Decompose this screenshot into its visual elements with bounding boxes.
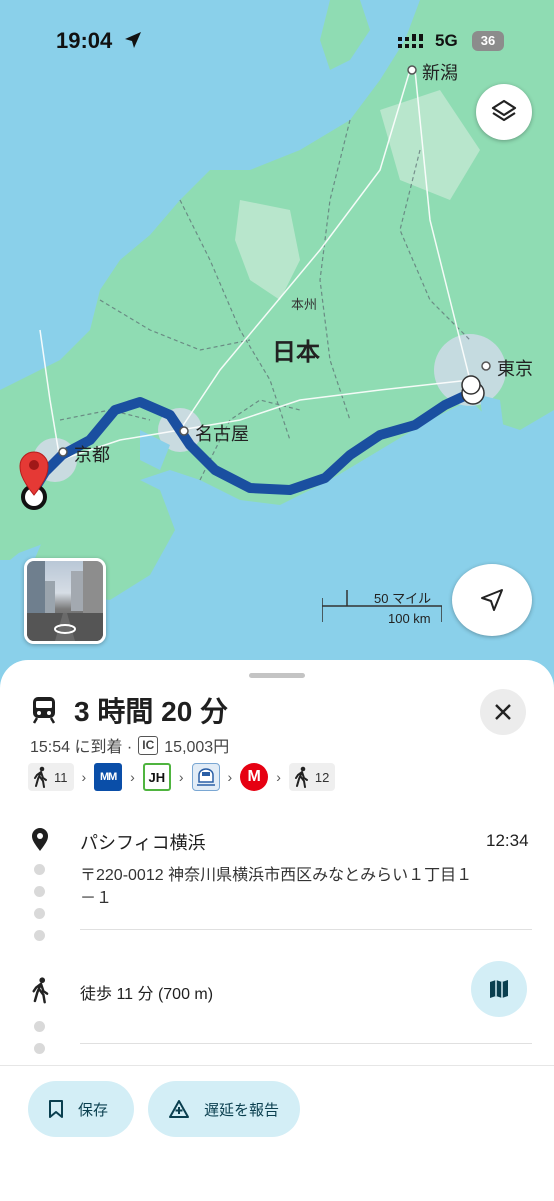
bookmark-icon xyxy=(49,1100,63,1118)
arrival-fare-row: 15:54 に到着 · IC 15,003円 xyxy=(30,733,229,757)
step-walk-start: 11 xyxy=(28,763,74,791)
divider xyxy=(80,929,532,930)
train-icon xyxy=(32,697,56,724)
route-steps[interactable]: 11 › MM › JH › › M › 12 xyxy=(28,762,336,792)
timeline-dot xyxy=(34,864,45,875)
chevron-right-icon: › xyxy=(81,769,87,785)
report-delay-button[interactable]: 遅延を報告 xyxy=(148,1081,300,1137)
map-icon xyxy=(490,980,508,998)
map-label-kyoto: 京都 xyxy=(74,445,110,465)
save-label: 保存 xyxy=(78,1101,109,1119)
scale-km: 100 km xyxy=(388,611,431,626)
close-icon xyxy=(495,704,511,720)
chevron-right-icon: › xyxy=(130,769,135,785)
map-label-nagoya: 名古屋 xyxy=(195,424,249,444)
route-summary: 3 時間 20 分 xyxy=(30,690,228,730)
timeline-dot xyxy=(34,908,45,919)
scale-miles: 50 マイル xyxy=(374,591,432,606)
save-button[interactable]: 保存 xyxy=(28,1081,134,1137)
destination-time: 12:34 xyxy=(486,831,529,850)
chevron-right-icon: › xyxy=(227,769,233,785)
status-time: 19:04 xyxy=(56,28,113,53)
close-button[interactable] xyxy=(480,689,526,735)
map-scale: 50 マイル 100 km xyxy=(322,586,442,626)
location-arrow-icon xyxy=(125,32,141,48)
show-map-button[interactable] xyxy=(471,961,527,1017)
step-walk-end: 12 xyxy=(288,763,336,791)
navigation-arrow-icon xyxy=(481,589,503,611)
shinkansen-icon xyxy=(191,763,220,791)
walk-icon xyxy=(34,766,47,788)
warning-add-icon xyxy=(169,1100,189,1118)
arrival-time: 15:54 に到着 · xyxy=(30,739,133,756)
route-duration: 3 時間 20 分 xyxy=(74,696,229,727)
network-type: 5G xyxy=(435,31,458,50)
walk-icon xyxy=(294,766,308,788)
step-walk-minutes: 11 xyxy=(54,769,68,785)
street-view-thumbnail[interactable] xyxy=(24,558,106,644)
step-walk-minutes: 12 xyxy=(314,769,330,785)
battery-icon: 36 xyxy=(472,31,504,51)
timeline-dot xyxy=(34,886,45,897)
fare: 15,003円 xyxy=(164,739,230,756)
location-pin-icon xyxy=(32,828,48,851)
destination-name[interactable]: パシフィコ横浜 xyxy=(80,829,206,855)
chevron-right-icon: › xyxy=(178,769,184,785)
layers-icon xyxy=(491,99,517,122)
timeline-dot xyxy=(34,1043,45,1054)
subway-line-icon: M xyxy=(240,763,269,791)
map-label-japan: 日本 xyxy=(272,339,320,366)
jr-line-icon: JH xyxy=(142,763,171,791)
destination-address: 〒220-0012 神奈川県横浜市西区みなとみらい１丁目１－１ xyxy=(80,867,473,907)
chevron-right-icon: › xyxy=(276,769,281,785)
map-label-honshu: 本州 xyxy=(291,297,318,312)
my-location-button[interactable] xyxy=(452,564,532,636)
layers-button[interactable] xyxy=(476,84,532,140)
sheet-drag-handle[interactable] xyxy=(249,673,305,678)
walk-segment-text[interactable]: 徒歩 11 分 (700 m) xyxy=(80,980,213,1004)
report-delay-label: 遅延を報告 xyxy=(204,1101,280,1119)
timeline-dot xyxy=(34,930,45,941)
walk-icon xyxy=(32,977,49,1004)
status-bar: 19:04 5G 36 xyxy=(0,0,554,80)
divider xyxy=(80,1043,532,1044)
timeline-dot xyxy=(34,1021,45,1032)
minatomirai-line-icon: MM xyxy=(94,763,123,791)
map-label-tokyo: 東京 xyxy=(497,359,533,379)
signal-icon xyxy=(398,34,423,48)
ic-card-icon: IC xyxy=(138,735,159,755)
